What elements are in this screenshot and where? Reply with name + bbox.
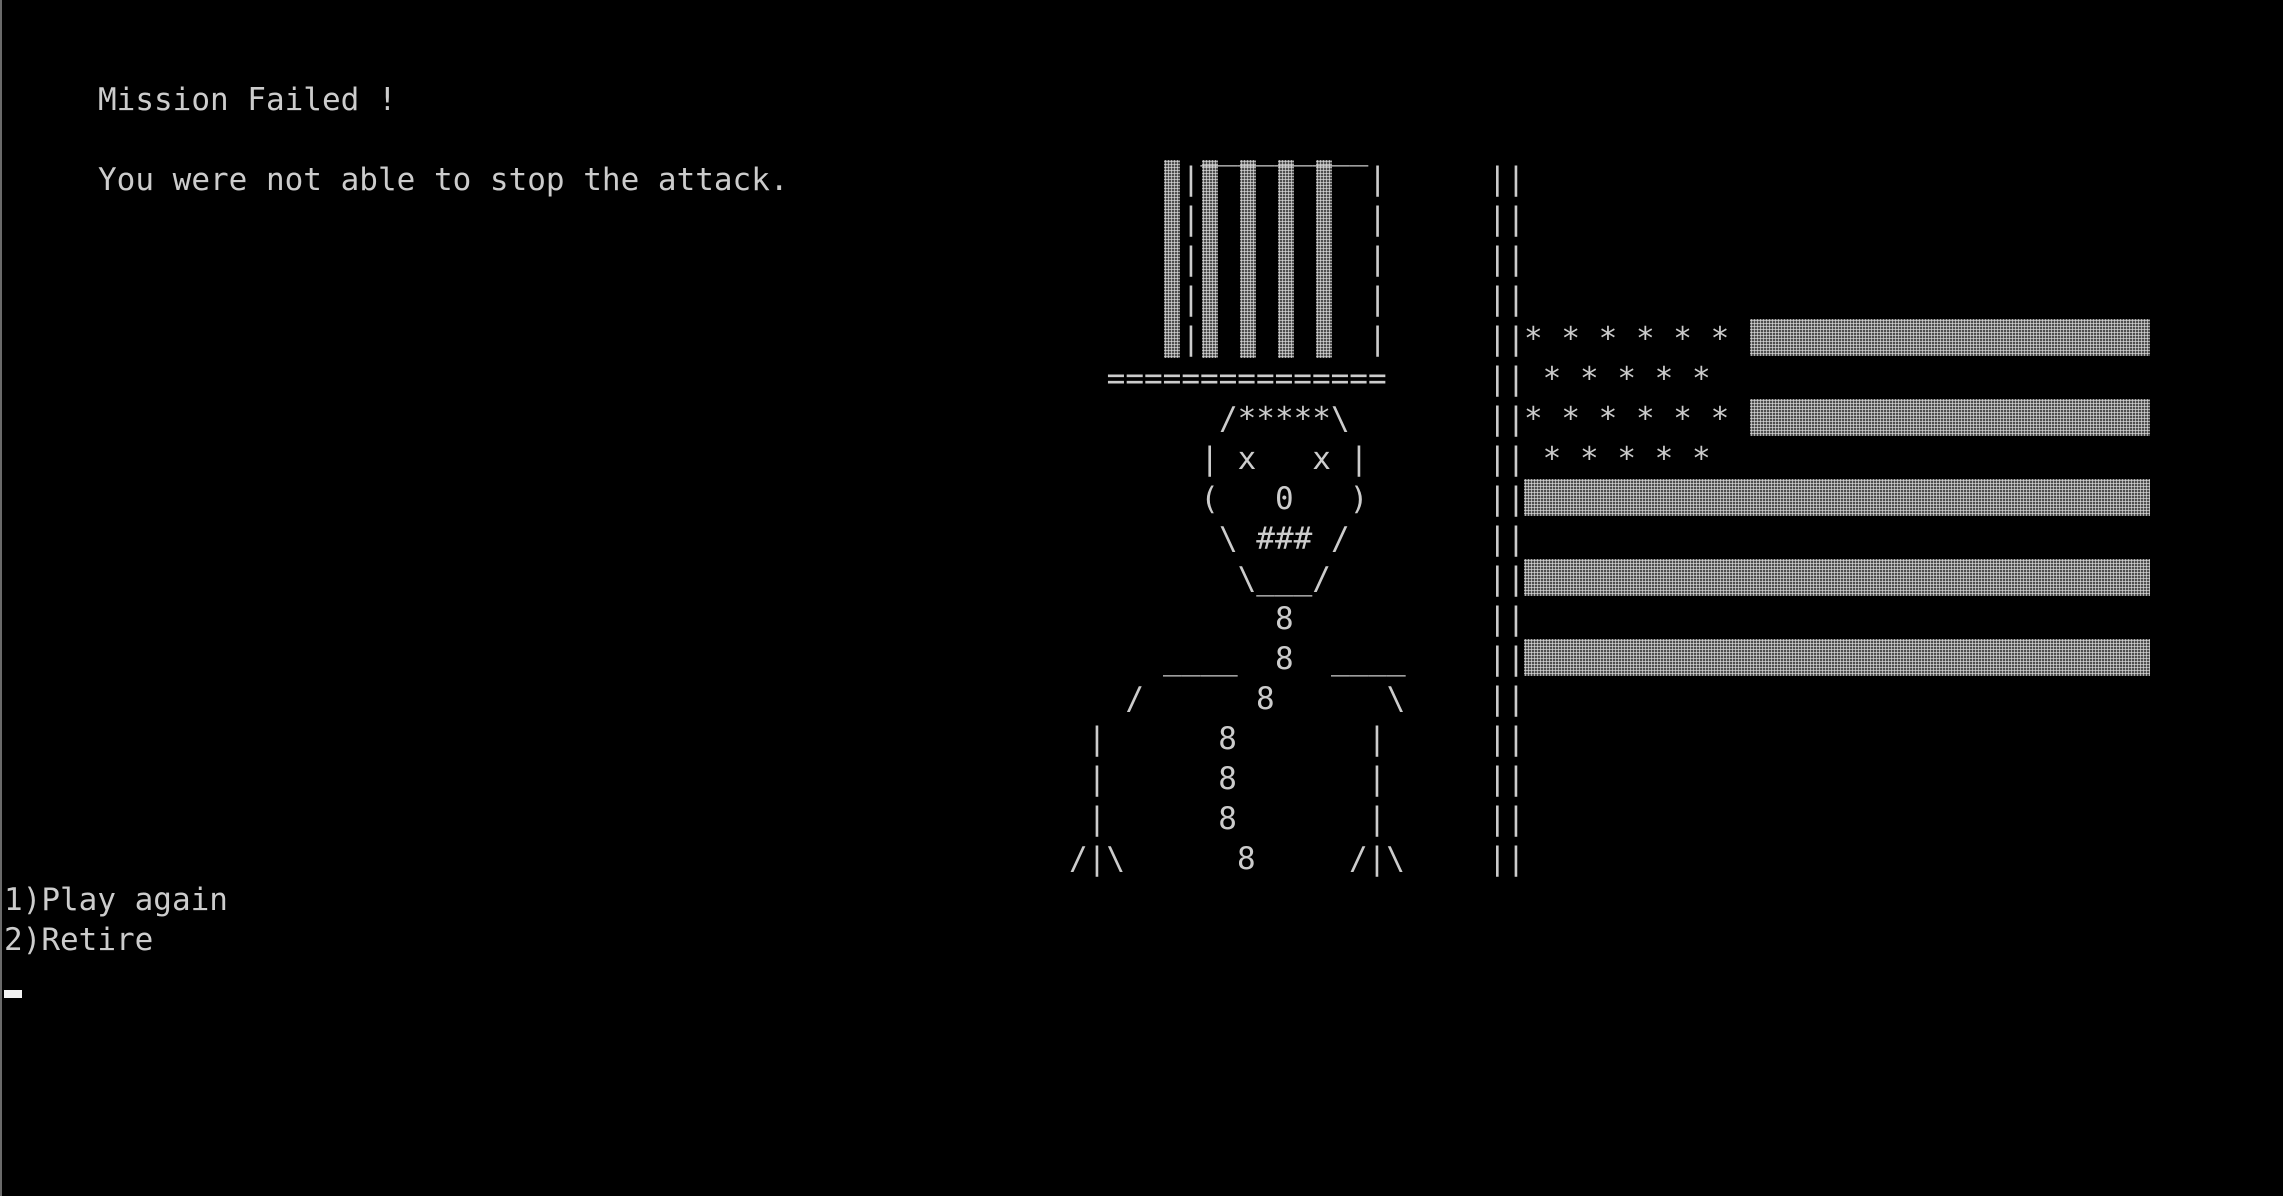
uncle-sam-line: | |	[1107, 241, 1387, 277]
mission-message-text: You were not able to stop the attack.	[98, 162, 789, 198]
uncle-sam-line: | |	[1107, 321, 1387, 357]
flag-pole-line: ||	[1488, 161, 1526, 197]
uncle-sam-line: ===============	[1088, 361, 1387, 397]
flag-pole-line: ||	[1488, 321, 1526, 357]
uncle-sam-line: | |	[1107, 281, 1387, 317]
mission-status-text: Mission Failed !	[98, 82, 397, 118]
flag-stars-row: * * * * *	[1524, 441, 1711, 477]
flag-pole-line: ||	[1488, 361, 1526, 397]
flag-pole-line: ||	[1488, 721, 1526, 757]
menu-option-play-again[interactable]: 1)Play again	[4, 880, 228, 920]
uncle-sam-line: \___/	[1107, 561, 1331, 597]
uncle-sam-line: | |	[1107, 161, 1387, 197]
flag-pole-line: ||	[1488, 201, 1526, 237]
flag-stripe	[1524, 479, 2150, 516]
uncle-sam-line: ____ 8 ____	[1107, 641, 1406, 677]
flag-stripe	[1750, 319, 2150, 356]
uncle-sam-line: /*****\	[1107, 401, 1350, 437]
flag-pole-line: ||	[1488, 681, 1526, 717]
uncle-sam-line: | 8 |	[1069, 761, 1387, 797]
menu-option-retire[interactable]: 2)Retire	[4, 920, 153, 960]
uncle-sam-line: 8	[1107, 601, 1294, 637]
flag-stripe	[1750, 399, 2150, 436]
uncle-sam-line: | 8 |	[1069, 721, 1387, 757]
uncle-sam-line: | |	[1107, 201, 1387, 237]
uncle-sam-line: | 8 |	[1069, 801, 1387, 837]
flag-pole-line: ||	[1488, 441, 1526, 477]
flag-stars-row: * * * * * *	[1524, 401, 1730, 437]
flag-pole-line: ||	[1488, 601, 1526, 637]
flag-stripe	[1524, 639, 2150, 676]
flag-pole-line: ||	[1488, 521, 1526, 557]
flag-pole-line: ||	[1488, 561, 1526, 597]
flag-pole-line: ||	[1488, 841, 1526, 877]
console-window: Mission Failed ! You were not able to st…	[0, 0, 2283, 1196]
flag-pole-line: ||	[1488, 801, 1526, 837]
flag-stars-row: * * * * *	[1524, 361, 1711, 397]
flag-stars-row: * * * * * *	[1524, 321, 1730, 357]
flag-pole-line: ||	[1488, 761, 1526, 797]
flag-pole-line: ||	[1488, 241, 1526, 277]
uncle-sam-line: | x x |	[1107, 441, 1369, 477]
uncle-sam-line: / 8 \	[1088, 681, 1406, 717]
flag-pole-line: ||	[1488, 281, 1526, 317]
text-cursor	[4, 990, 22, 998]
flag-pole-line: ||	[1488, 641, 1526, 677]
flag-pole-line: ||	[1488, 401, 1526, 437]
flag-pole-line: ||	[1488, 481, 1526, 517]
uncle-sam-line: \ ### /	[1107, 521, 1350, 557]
uncle-sam-line: /|\ 8 /|\	[1069, 841, 1405, 877]
uncle-sam-line: ( 0 )	[1107, 481, 1369, 517]
flag-stripe	[1524, 559, 2150, 596]
